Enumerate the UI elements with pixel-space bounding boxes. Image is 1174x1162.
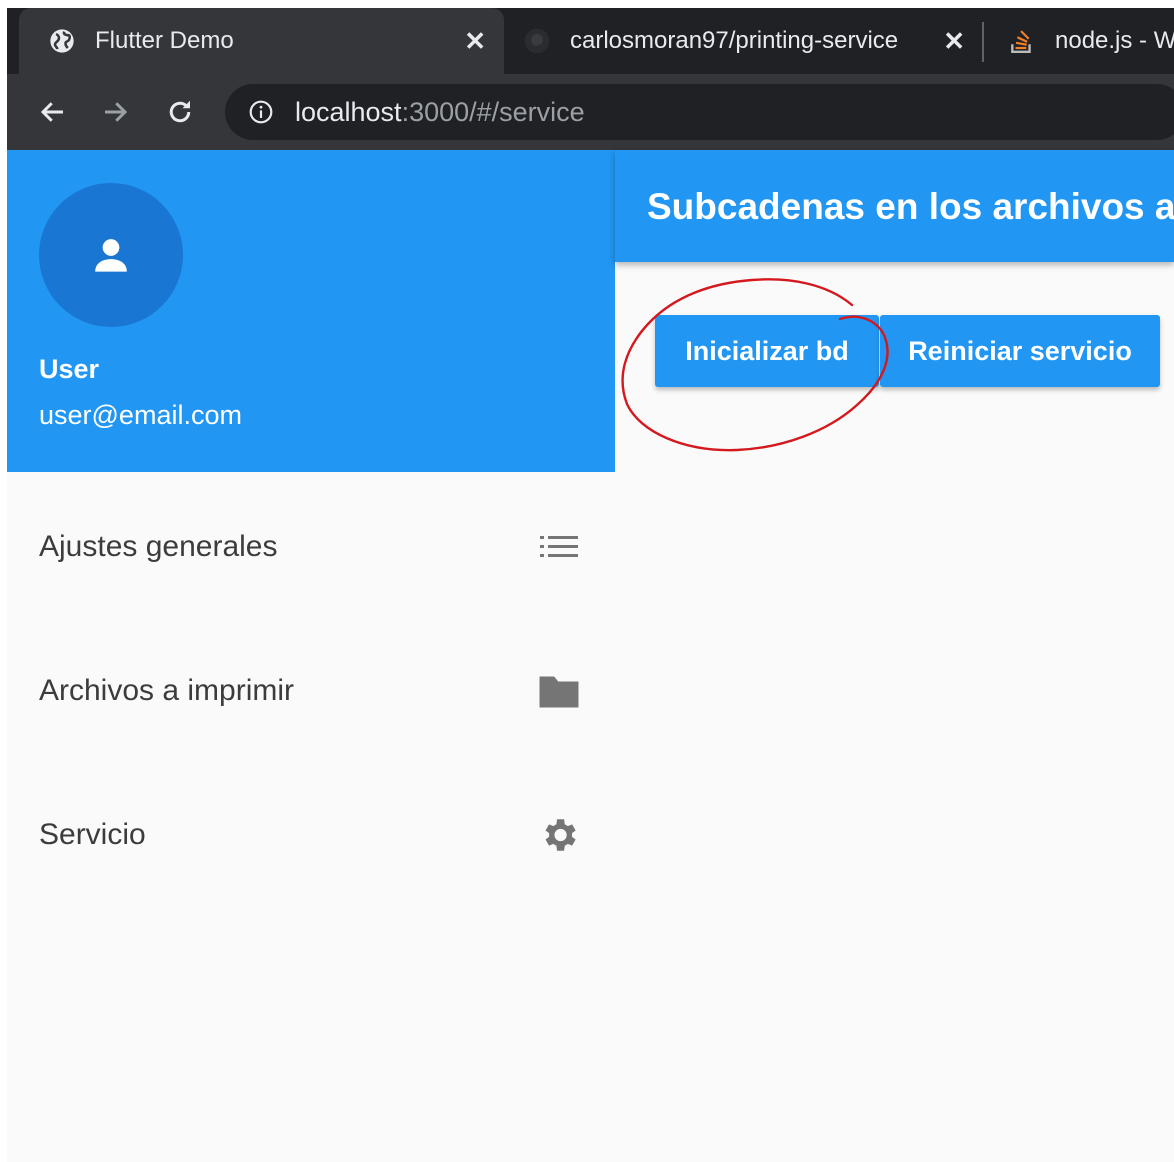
back-arrow-icon[interactable] <box>35 94 71 130</box>
forward-arrow-icon[interactable] <box>97 94 133 130</box>
account-name: User <box>39 354 100 384</box>
settings-gear-icon <box>537 813 581 857</box>
drawer-item-ajustes-generales[interactable]: Ajustes generales <box>7 497 615 597</box>
drawer-item-archivos-a-imprimir[interactable]: Archivos a imprimir <box>7 641 615 741</box>
tab-title: carlosmoran97/printing-service <box>570 27 899 54</box>
main-content: Subcadenas en los archivos a Inicializar… <box>615 150 1174 1162</box>
drawer-item-label: Ajustes generales <box>39 530 278 563</box>
tab-github-repo[interactable]: carlosmoran97/printing-service ✕ <box>522 8 987 74</box>
drawer-item-servicio[interactable]: Servicio <box>7 785 615 885</box>
url-path: :3000/#/service <box>401 96 585 127</box>
address-bar[interactable]: localhost:3000/#/service <box>225 84 1174 140</box>
close-tab-icon[interactable]: ✕ <box>943 26 965 57</box>
account-email: user@email.com <box>39 400 242 430</box>
app-bar: Subcadenas en los archivos a <box>615 150 1174 262</box>
github-icon <box>522 26 552 56</box>
reload-icon[interactable] <box>162 94 198 130</box>
restart-service-button[interactable]: Reiniciar servicio <box>880 315 1160 387</box>
tab-flutter-demo[interactable]: Flutter Demo ✕ <box>19 8 504 74</box>
tab-strip: Flutter Demo ✕ carlosmoran97/printing-se… <box>7 8 1174 74</box>
stackoverflow-icon <box>1007 26 1037 56</box>
folder-icon <box>537 669 581 713</box>
browser-chrome: Flutter Demo ✕ carlosmoran97/printing-se… <box>7 8 1174 150</box>
drawer-header: User user@email.com <box>7 150 615 472</box>
tab-stackoverflow[interactable]: node.js - W <box>1007 8 1174 74</box>
init-db-button[interactable]: Inicializar bd <box>655 315 879 387</box>
drawer-item-label: Archivos a imprimir <box>39 674 295 707</box>
avatar[interactable] <box>39 183 183 327</box>
tab-separator <box>982 22 984 62</box>
drawer-item-label: Servicio <box>39 818 146 851</box>
tab-title: node.js - W <box>1055 27 1174 54</box>
navigation-drawer: User user@email.com Ajustes generales Ar… <box>7 150 615 1162</box>
url-host: localhost <box>295 96 402 127</box>
person-icon <box>95 239 127 272</box>
page-title: Subcadenas en los archivos a <box>647 186 1174 227</box>
globe-icon <box>47 26 77 56</box>
info-icon[interactable] <box>247 98 275 126</box>
browser-toolbar: localhost:3000/#/service <box>7 74 1174 150</box>
close-tab-icon[interactable]: ✕ <box>464 26 486 57</box>
list-icon <box>537 525 581 569</box>
tab-title: Flutter Demo <box>95 27 234 54</box>
